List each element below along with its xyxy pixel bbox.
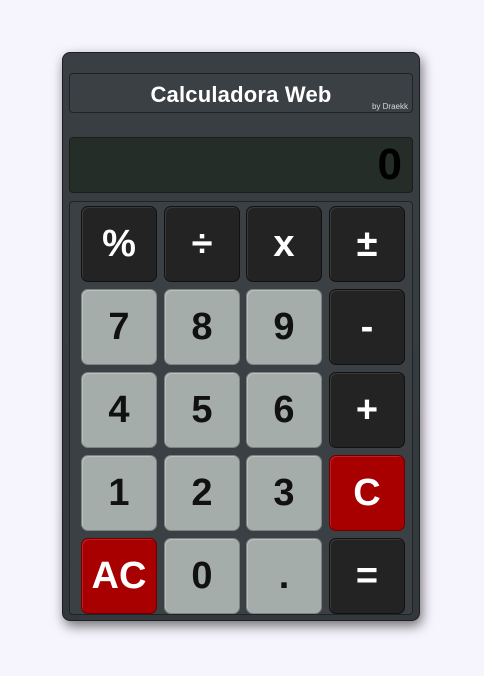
digit-4-button[interactable]: 4: [81, 372, 157, 448]
app-title: Calculadora Web: [150, 82, 332, 107]
plus-minus-button[interactable]: ±: [329, 206, 405, 282]
calculator: Calculadora Web by Draekk 0 % ÷ x ± 7 8 …: [62, 52, 420, 621]
percent-button[interactable]: %: [81, 206, 157, 282]
digit-9-button[interactable]: 9: [246, 289, 322, 365]
author-byline: by Draekk: [371, 102, 408, 111]
keypad: % ÷ x ± 7 8 9 - 4 5 6 + 1 2 3 C AC 0 . =: [69, 201, 413, 615]
clear-button[interactable]: C: [329, 455, 405, 531]
plus-button[interactable]: +: [329, 372, 405, 448]
result-display: 0: [69, 137, 413, 193]
digit-7-button[interactable]: 7: [81, 289, 157, 365]
all-clear-button[interactable]: AC: [81, 538, 157, 614]
digit-0-button[interactable]: 0: [164, 538, 240, 614]
digit-3-button[interactable]: 3: [246, 455, 322, 531]
decimal-button[interactable]: .: [246, 538, 322, 614]
header: Calculadora Web by Draekk: [69, 73, 413, 113]
digit-1-button[interactable]: 1: [81, 455, 157, 531]
minus-button[interactable]: -: [329, 289, 405, 365]
digit-6-button[interactable]: 6: [246, 372, 322, 448]
equals-button[interactable]: =: [329, 538, 405, 614]
digit-2-button[interactable]: 2: [164, 455, 240, 531]
divide-button[interactable]: ÷: [164, 206, 240, 282]
multiply-button[interactable]: x: [246, 206, 322, 282]
digit-8-button[interactable]: 8: [164, 289, 240, 365]
digit-5-button[interactable]: 5: [164, 372, 240, 448]
